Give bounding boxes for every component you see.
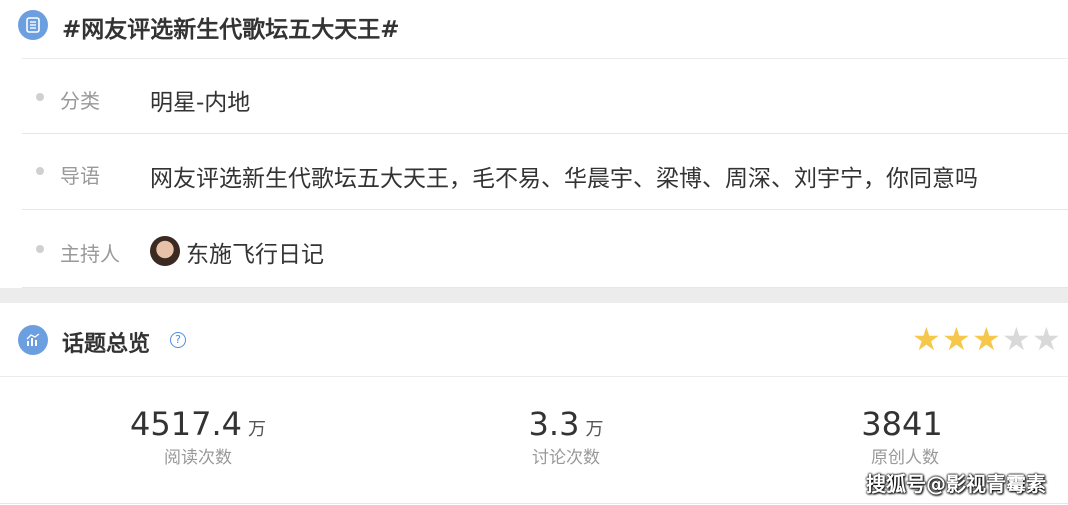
intro-value: 网友评选新生代歌坛五大天王，毛不易、华晨宇、梁博、周深、刘宇宁，你同意吗 [150, 166, 978, 192]
star-filled-icon: ★ [912, 320, 941, 358]
bullet-dot [36, 245, 44, 253]
intro-label: 导语 [60, 164, 100, 188]
star-empty-icon: ★ [1002, 320, 1031, 358]
star-filled-icon: ★ [942, 320, 971, 358]
bullet-dot [36, 167, 44, 175]
watermark: 搜狐号@影视青霉素 [866, 472, 1046, 496]
stat-originals: 3841 原创人数 [775, 405, 1035, 468]
reads-label: 阅读次数 [164, 448, 232, 468]
bullet-dot [36, 93, 44, 101]
topic-list-icon [18, 10, 48, 40]
question-circle-icon[interactable]: ? [170, 332, 186, 348]
info-row-host: 主持人 东施飞行日记 [22, 210, 1068, 288]
divider [0, 503, 1068, 504]
discussions-label: 讨论次数 [532, 448, 600, 468]
originals-label: 原创人数 [871, 448, 939, 468]
stat-discussions: 3.3 万 讨论次数 [436, 405, 696, 468]
avatar[interactable] [150, 236, 180, 266]
category-label: 分类 [60, 89, 100, 113]
section-separator [0, 288, 1068, 303]
host-name[interactable]: 东施飞行日记 [186, 235, 324, 269]
reads-unit: 万 [247, 419, 266, 440]
originals-number: 3841 [861, 405, 943, 443]
info-row-intro: 导语 网友评选新生代歌坛五大天王，毛不易、华晨宇、梁博、周深、刘宇宁，你同意吗 [22, 134, 1068, 210]
reads-number: 4517.4 [130, 405, 242, 443]
overview-title: 话题总览 [62, 332, 151, 357]
stat-reads: 4517.4 万 阅读次数 [68, 405, 328, 468]
divider [0, 376, 1068, 377]
star-filled-icon: ★ [972, 320, 1001, 358]
host-label: 主持人 [60, 242, 120, 266]
info-row-category: 分类 明星-内地 [22, 59, 1068, 134]
category-value[interactable]: 明星-内地 [150, 83, 250, 117]
discussions-number: 3.3 [528, 405, 580, 443]
star-empty-icon: ★ [1032, 320, 1061, 358]
topic-title: #网友评选新生代歌坛五大天王# [62, 17, 400, 43]
chart-icon [18, 325, 48, 355]
discussions-unit: 万 [585, 419, 604, 440]
